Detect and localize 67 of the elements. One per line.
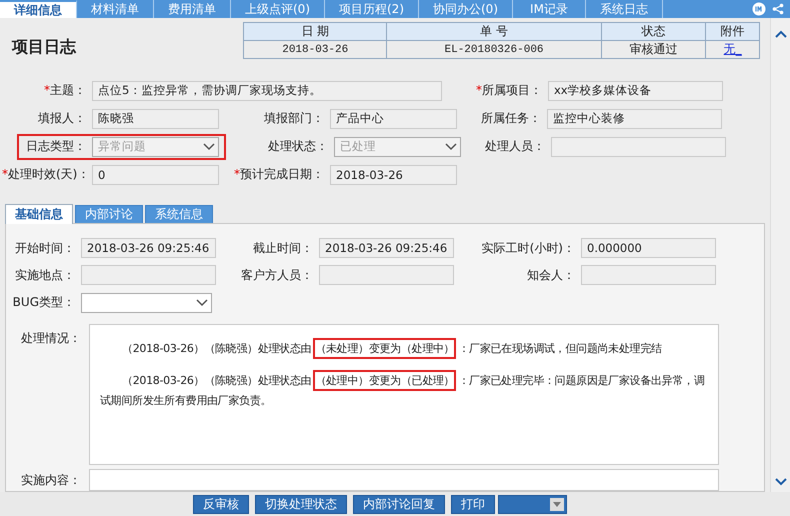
input-field[interactable] xyxy=(581,265,716,286)
input-field[interactable]: 2018-03-26 09:25:46 xyxy=(81,238,216,258)
field-label: 实施内容： xyxy=(20,472,81,489)
tab[interactable]: IM记录 xyxy=(513,0,586,18)
field-label: 实施地点： xyxy=(14,266,75,284)
scroll-down-icon[interactable] xyxy=(774,478,786,486)
text-area[interactable]: （2018-03-26）（陈晓强）处理状态由 （未处理）变更为（处理中） ：厂家已在现场调试，但问题尚未处理完结 （2018-03-26）（陈晓强）处理状态由 （处理中）变更为（已处理） ：厂家已处理完毕：问题原因是厂家设备出异常，调试期间所发生所有费用由厂家负责。 xyxy=(89,324,719,465)
tab[interactable]: 系统日志 xyxy=(586,0,663,18)
field-label: 填报部门： xyxy=(263,110,324,127)
input-field[interactable] xyxy=(319,265,454,286)
column-header: 附件 xyxy=(706,22,760,40)
field-label: BUG类型： xyxy=(12,294,75,312)
field-label: *预计完成日期： xyxy=(233,166,324,183)
input-field[interactable]: 产品中心 xyxy=(330,108,457,128)
tab[interactable]: 基础信息 xyxy=(5,204,73,224)
field-label: 所属任务： xyxy=(480,110,541,127)
toolbar-button[interactable]: 打印 xyxy=(451,494,495,514)
input-field[interactable] xyxy=(81,265,216,286)
tab[interactable]: 系统信息 xyxy=(145,205,213,223)
field-label: 处理人员： xyxy=(484,138,545,155)
field-label: 知会人： xyxy=(526,266,575,284)
field-label: 填报人： xyxy=(37,110,86,127)
field-label: *处理时效(天)： xyxy=(2,166,86,183)
tab[interactable]: 费用清单 xyxy=(154,0,231,18)
column-header: 单 号 xyxy=(386,22,602,40)
table-cell: EL-20180326-006 xyxy=(386,40,602,58)
input-field[interactable]: xx学校多媒体设备 xyxy=(548,80,723,100)
scroll-up-icon[interactable] xyxy=(774,30,786,38)
field-label: *主题： xyxy=(43,82,86,99)
caret-icon xyxy=(553,502,561,506)
tab[interactable]: 详细信息 xyxy=(0,0,77,18)
input-field[interactable]: 点位5：监控异常，需协调厂家现场支持。 xyxy=(92,80,442,100)
caret-icon xyxy=(196,298,208,307)
toolbar-button[interactable]: 切换处理状态 xyxy=(255,494,347,514)
tab[interactable]: 内部讨论 xyxy=(75,205,143,223)
table-cell: 审核通过 xyxy=(601,40,706,58)
input-field[interactable]: 监控中心装修 xyxy=(547,108,722,128)
tab[interactable]: 项目历程(2) xyxy=(325,0,419,18)
field-label: 处理状态： xyxy=(267,138,328,155)
input-field[interactable] xyxy=(551,136,726,156)
share-icon[interactable] xyxy=(772,3,784,15)
chat-icon[interactable] xyxy=(752,2,766,16)
toolbar-button[interactable]: 反审核 xyxy=(193,494,249,514)
table-cell: 2018-03-26 xyxy=(244,40,387,58)
input-field[interactable]: 2018-03-26 09:25:46 xyxy=(319,238,454,258)
field-label: 实际工时(小时)： xyxy=(480,240,575,257)
tab[interactable]: 材料清单 xyxy=(77,0,154,18)
field-label: *所属项目： xyxy=(475,82,542,99)
caret-icon xyxy=(445,142,457,150)
select-field[interactable] xyxy=(81,292,212,313)
select-field[interactable] xyxy=(498,494,567,514)
input-field[interactable]: 2018-03-26 xyxy=(330,164,457,184)
field-label: 开始时间： xyxy=(14,240,75,257)
page-title: 项目日志 xyxy=(12,37,78,58)
field-label: 处理情况： xyxy=(20,330,81,347)
input-field[interactable]: 0.000000 xyxy=(581,238,716,258)
input-field[interactable]: 陈晓强 xyxy=(92,108,219,128)
input-field[interactable]: 0 xyxy=(92,164,219,184)
column-header: 状态 xyxy=(601,22,706,40)
tab[interactable]: 上级点评(0) xyxy=(231,0,325,18)
field-label: 日志类型： xyxy=(25,138,86,155)
column-header: 日 期 xyxy=(244,22,387,40)
field-label: 截止时间： xyxy=(252,240,313,257)
tab[interactable]: 协同办公(0) xyxy=(419,0,513,18)
toolbar-button[interactable]: 内部讨论回复 xyxy=(353,494,445,514)
caret-icon xyxy=(203,142,215,150)
field-label: 客户方人员： xyxy=(240,266,313,284)
